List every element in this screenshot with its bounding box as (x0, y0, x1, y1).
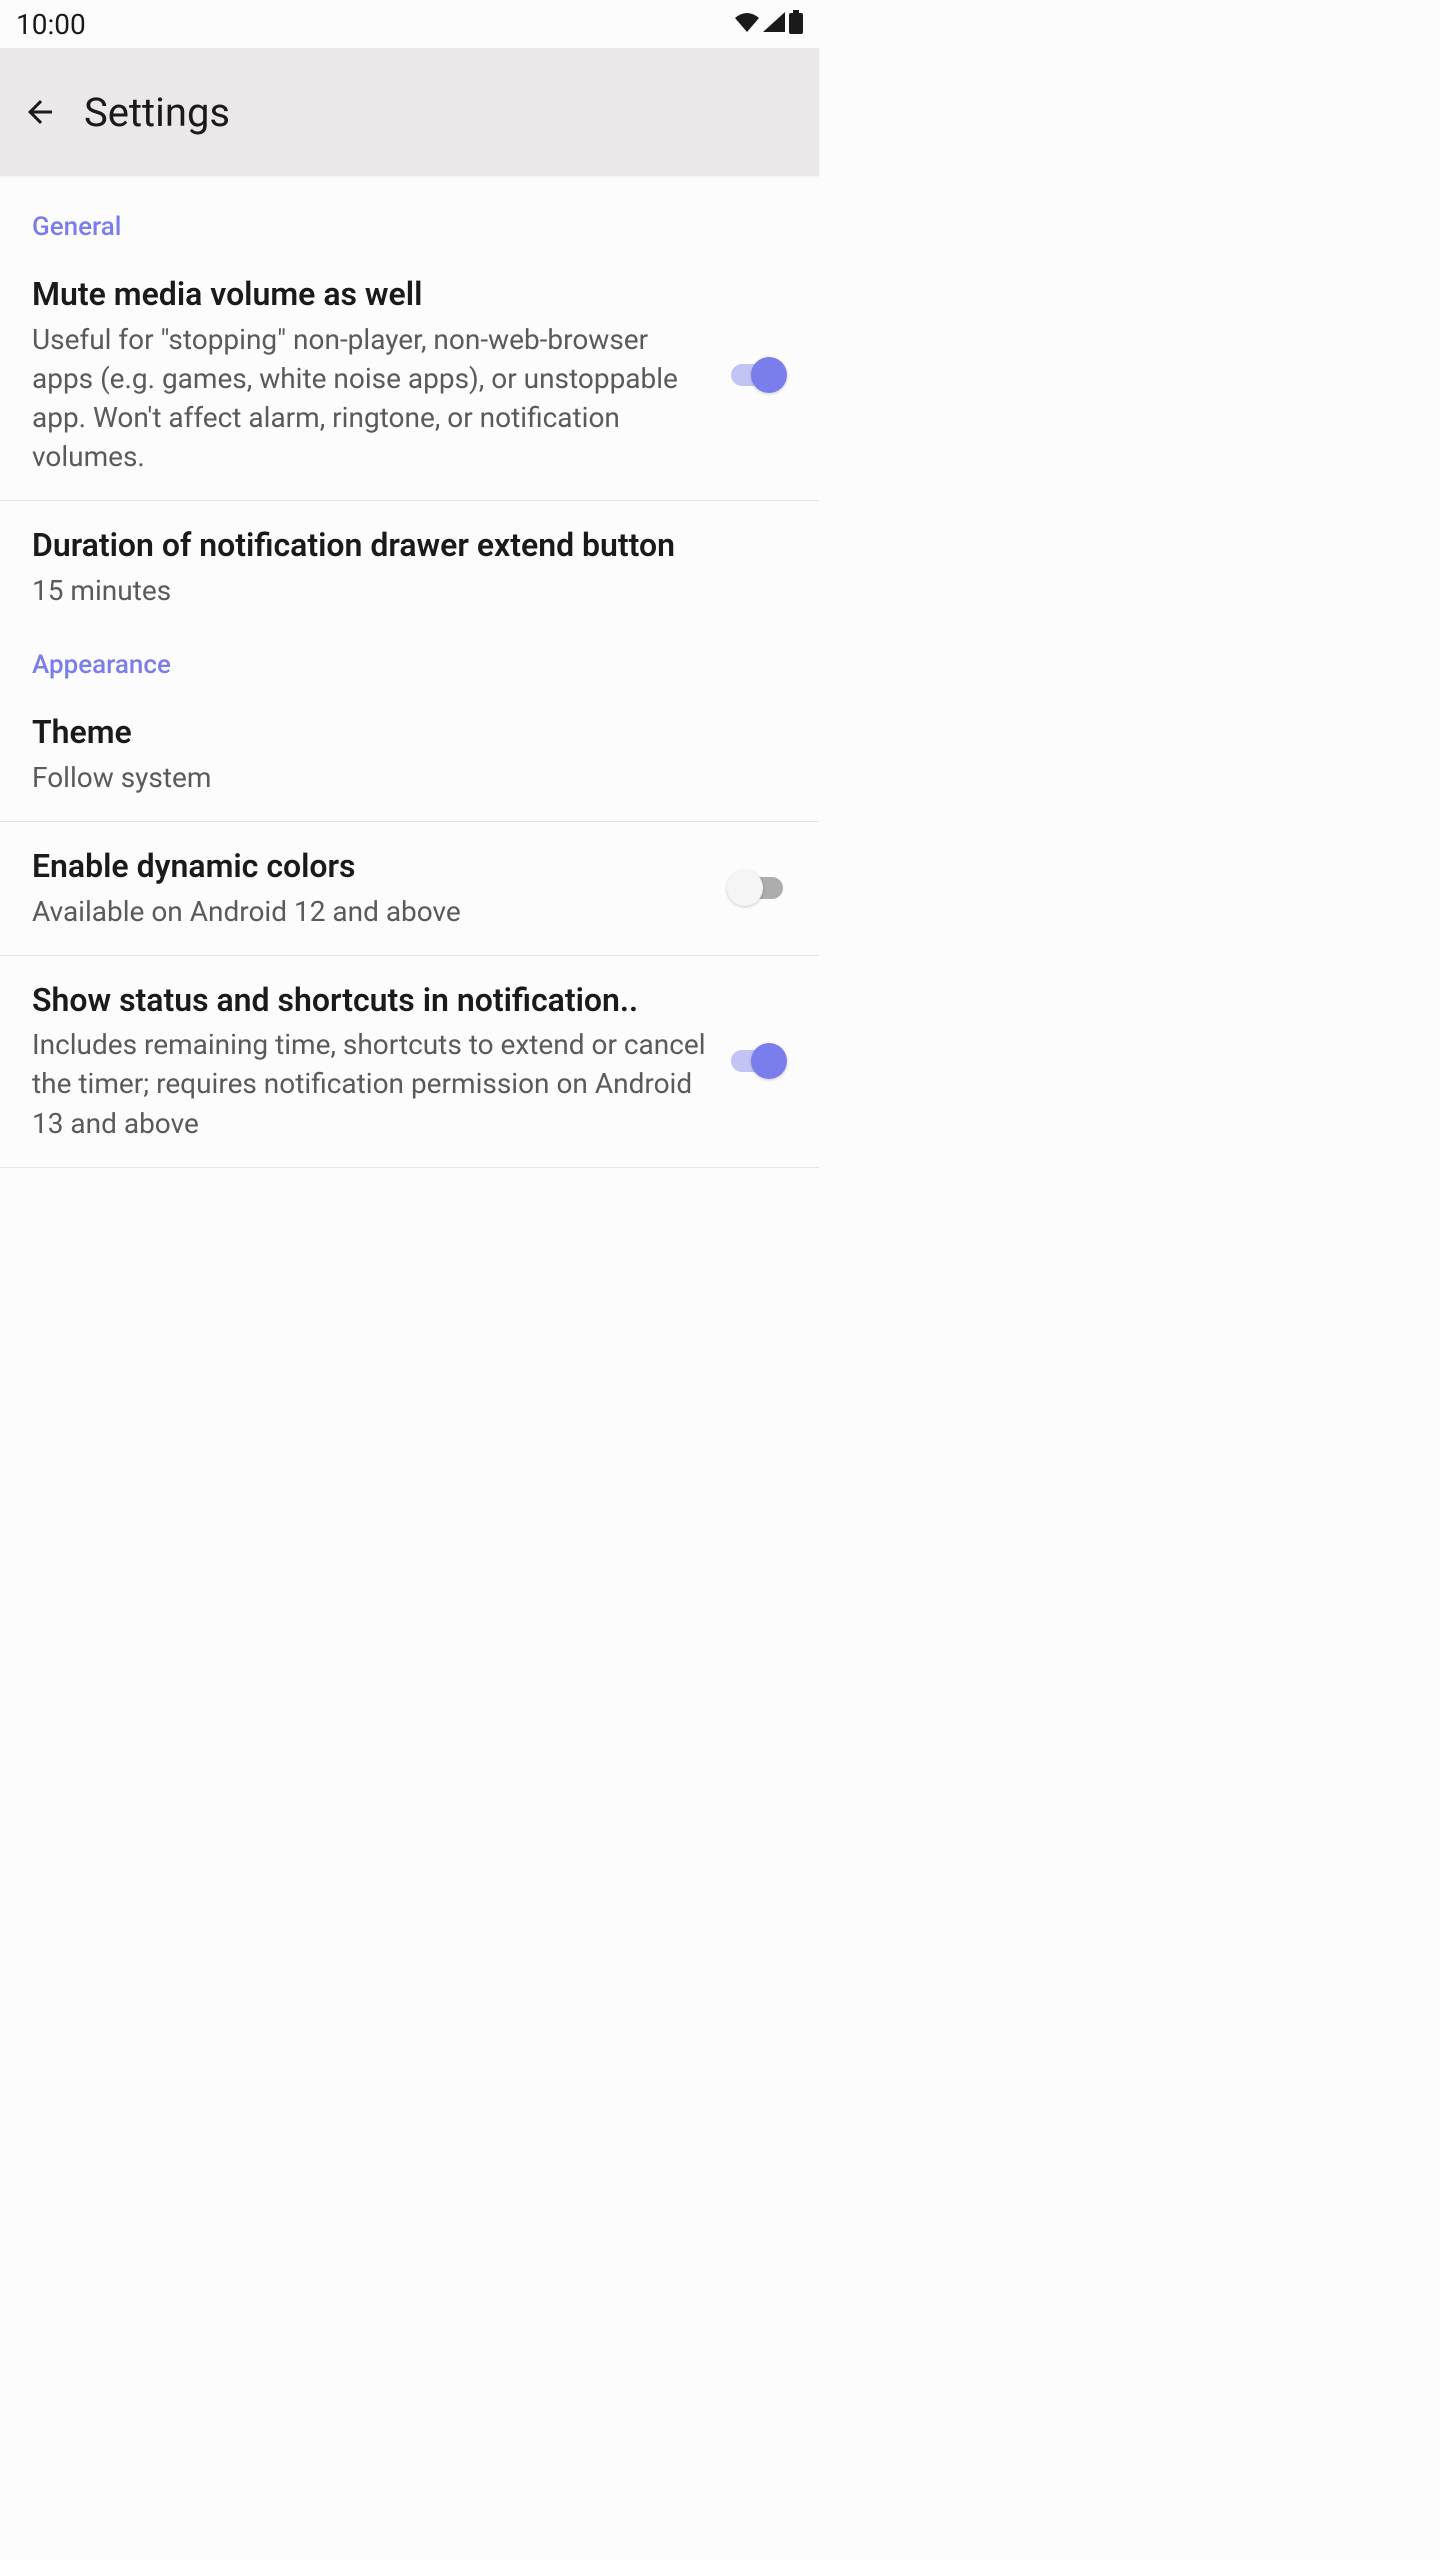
setting-description: Useful for "stopping" non-player, non-we… (32, 320, 707, 477)
setting-title: Duration of notification drawer extend b… (32, 525, 767, 567)
setting-description: Includes remaining time, shortcuts to ex… (32, 1025, 707, 1143)
setting-value: 15 minutes (32, 571, 767, 610)
battery-icon (789, 10, 803, 38)
toggle-thumb (751, 357, 787, 393)
setting-mute-media[interactable]: Mute media volume as well Useful for "st… (0, 250, 819, 501)
wifi-icon (735, 12, 759, 36)
status-bar: 10:00 (0, 0, 819, 48)
setting-duration[interactable]: Duration of notification drawer extend b… (0, 501, 819, 634)
setting-title: Mute media volume as well (32, 274, 707, 316)
setting-text: Mute media volume as well Useful for "st… (32, 274, 727, 476)
setting-title: Enable dynamic colors (32, 846, 707, 888)
setting-title: Theme (32, 712, 767, 754)
setting-text: Theme Follow system (32, 712, 787, 797)
toggle-thumb (751, 1043, 787, 1079)
back-button[interactable] (16, 88, 64, 136)
setting-text: Enable dynamic colors Available on Andro… (32, 846, 727, 931)
setting-text: Show status and shortcuts in notificatio… (32, 980, 727, 1143)
status-time: 10:00 (16, 8, 86, 41)
app-bar: Settings (0, 48, 819, 176)
setting-text: Duration of notification drawer extend b… (32, 525, 787, 610)
signal-icon (763, 12, 785, 36)
section-header-appearance: Appearance (0, 634, 819, 688)
toggle-thumb (727, 870, 763, 906)
page-title: Settings (84, 89, 230, 136)
setting-value: Follow system (32, 758, 767, 797)
settings-content: General Mute media volume as well Useful… (0, 176, 819, 1168)
toggle-mute-media[interactable] (727, 359, 787, 391)
toggle-dynamic-colors[interactable] (727, 872, 787, 904)
setting-description: Available on Android 12 and above (32, 892, 707, 931)
setting-title: Show status and shortcuts in notificatio… (32, 980, 707, 1022)
setting-theme[interactable]: Theme Follow system (0, 688, 819, 822)
setting-dynamic-colors[interactable]: Enable dynamic colors Available on Andro… (0, 822, 819, 956)
status-icons (735, 10, 803, 38)
setting-show-status[interactable]: Show status and shortcuts in notificatio… (0, 956, 819, 1168)
arrow-back-icon (22, 94, 58, 130)
section-header-general: General (0, 196, 819, 250)
toggle-show-status[interactable] (727, 1045, 787, 1077)
